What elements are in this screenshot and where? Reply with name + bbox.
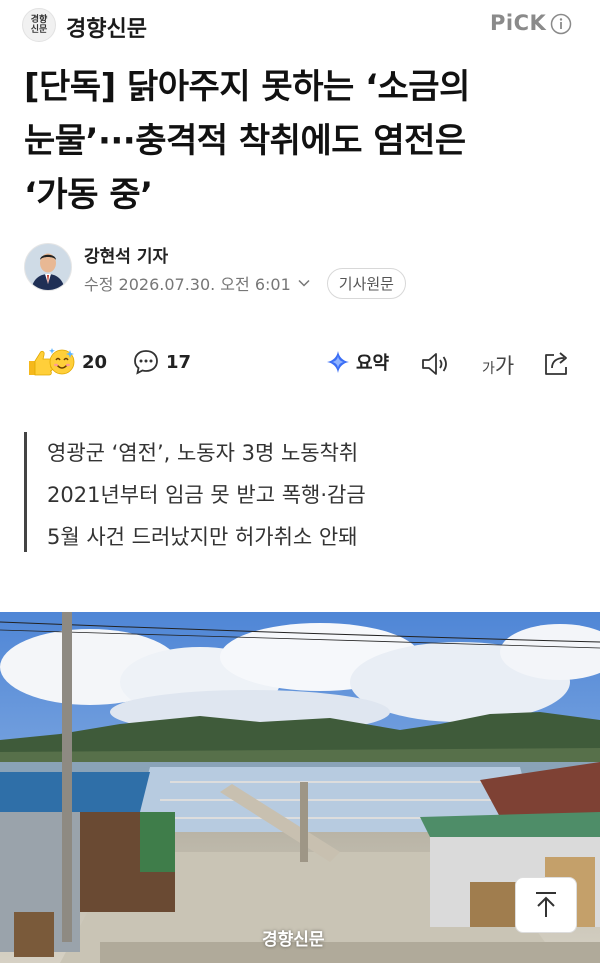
info-icon[interactable] [550,13,572,35]
title-line: [단독] 닭아주지 못하는 ‘소금의 [24,67,470,107]
like-count: 20 [82,351,108,373]
summary-button[interactable]: 요약 [326,349,389,375]
article-title: [단독] 닭아주지 못하는 ‘소금의 눈물’···충격적 착취에도 염전은 ‘가… [24,60,584,222]
press-logo[interactable]: 경향 신문 [22,8,56,42]
font-size-icon: 가 [482,361,495,377]
original-article-button[interactable]: 기사원문 [326,267,406,299]
article-summary: 영광군 ‘염전’, 노동자 3명 노동착취 2021년부터 임금 못 받고 폭행… [24,432,587,552]
action-bar: 20 17 요약 가가 [0,338,600,388]
arrow-up-icon [536,892,556,917]
summary-line: 영광군 ‘염전’, 노동자 3명 노동착취 [47,441,359,465]
photo-watermark: 경향신문 [262,930,325,950]
summary-sparkle-icon [327,351,349,373]
reporter-avatar[interactable] [24,243,72,291]
title-line: 눈물’···충격적 착취에도 염전은 [24,121,466,161]
modified-date[interactable]: 수정 2026.07.30. 오전 6:01 [84,271,291,295]
summary-line: 5월 사건 드러났지만 허가취소 안돼 [47,525,358,549]
top-bar: 경향 신문 경향신문 PiCK [0,0,600,52]
comment-icon [134,350,158,375]
chevron-down-icon[interactable] [297,276,311,290]
comment-count: 17 [166,351,192,373]
title-line: ‘가동 중’ [24,175,153,215]
summary-line: 2021년부터 임금 못 받고 폭행·감금 [47,483,366,507]
reporter-name[interactable]: 강현석 기자 [84,242,168,267]
press-logo-text: 경향 신문 [30,15,48,35]
press-name[interactable]: 경향신문 [66,11,147,43]
reaction-emoji-icon [29,348,75,376]
date-row: 수정 2026.07.30. 오전 6:01 기사원문 [84,267,406,299]
share-icon[interactable] [542,349,572,377]
speaker-icon[interactable] [420,351,450,377]
reaction-button[interactable]: 20 [26,346,107,378]
article-photo[interactable] [0,612,600,963]
pick-badge: PiCK [490,11,547,35]
scroll-to-top-button[interactable] [515,877,577,933]
comment-button[interactable]: 17 [132,348,191,376]
summary-label: 요약 [356,353,390,374]
font-size-icon-large: 가 [494,354,515,378]
font-size-button[interactable]: 가가 [482,350,514,380]
